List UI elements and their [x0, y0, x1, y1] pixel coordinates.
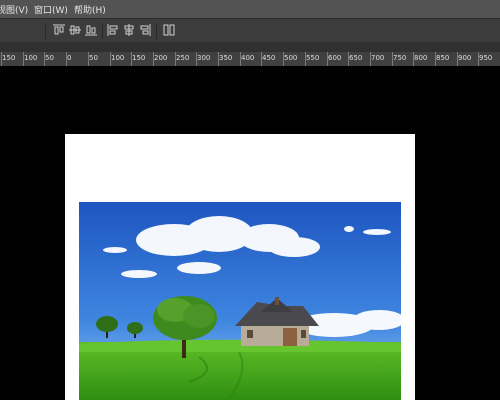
- separator: [45, 23, 46, 39]
- landscape-photo[interactable]: [79, 202, 401, 400]
- ruler-label: 450: [262, 54, 276, 62]
- ruler-label: 200: [154, 54, 168, 62]
- ruler-label: 800: [414, 54, 428, 62]
- ruler-label: 400: [241, 54, 255, 62]
- hill: [79, 339, 401, 352]
- horizontal-ruler: 150 100 50 0 50 100 150 200 250 300 350 400 450 500 55…: [0, 52, 500, 67]
- separator: [102, 23, 103, 39]
- ruler-label: 650: [349, 54, 363, 62]
- align-right-icon[interactable]: [138, 23, 152, 37]
- separator: [156, 23, 157, 39]
- menu-window[interactable]: 窗口(W): [34, 3, 68, 16]
- ruler-label: 100: [111, 54, 125, 62]
- ruler-label: 850: [436, 54, 450, 62]
- distribute-icon[interactable]: [162, 23, 176, 37]
- align-top-icon[interactable]: [52, 23, 66, 37]
- ruler-label: 50: [45, 54, 54, 62]
- ruler-label: 950: [479, 54, 493, 62]
- document-canvas[interactable]: [65, 134, 415, 400]
- ruler-label: 150: [2, 54, 16, 62]
- ruler-label: 300: [197, 54, 211, 62]
- align-left-icon[interactable]: [106, 23, 120, 37]
- ruler-label: 0: [67, 54, 72, 62]
- ruler-label: 900: [458, 54, 472, 62]
- ruler-label: 350: [219, 54, 233, 62]
- ruler-label: 500: [284, 54, 298, 62]
- ruler-label: 700: [371, 54, 385, 62]
- ruler-label: 750: [393, 54, 407, 62]
- menu-bar: 视图(V) 窗口(W) 帮助(H): [0, 0, 500, 18]
- document-tab-bar: [0, 42, 500, 52]
- landscape-image: [79, 202, 401, 400]
- ruler-label: 150: [132, 54, 146, 62]
- align-bottom-icon[interactable]: [84, 23, 98, 37]
- ruler-label: 50: [89, 54, 98, 62]
- menu-help[interactable]: 帮助(H): [74, 3, 106, 16]
- ruler-label: 100: [24, 54, 38, 62]
- ruler-label: 600: [328, 54, 342, 62]
- ruler-label: 550: [306, 54, 320, 62]
- align-vcenter-icon[interactable]: [68, 23, 82, 37]
- menu-view[interactable]: 视图(V): [0, 3, 28, 16]
- align-hcenter-icon[interactable]: [122, 23, 136, 37]
- ruler-label: 250: [176, 54, 190, 62]
- options-bar: [0, 18, 500, 43]
